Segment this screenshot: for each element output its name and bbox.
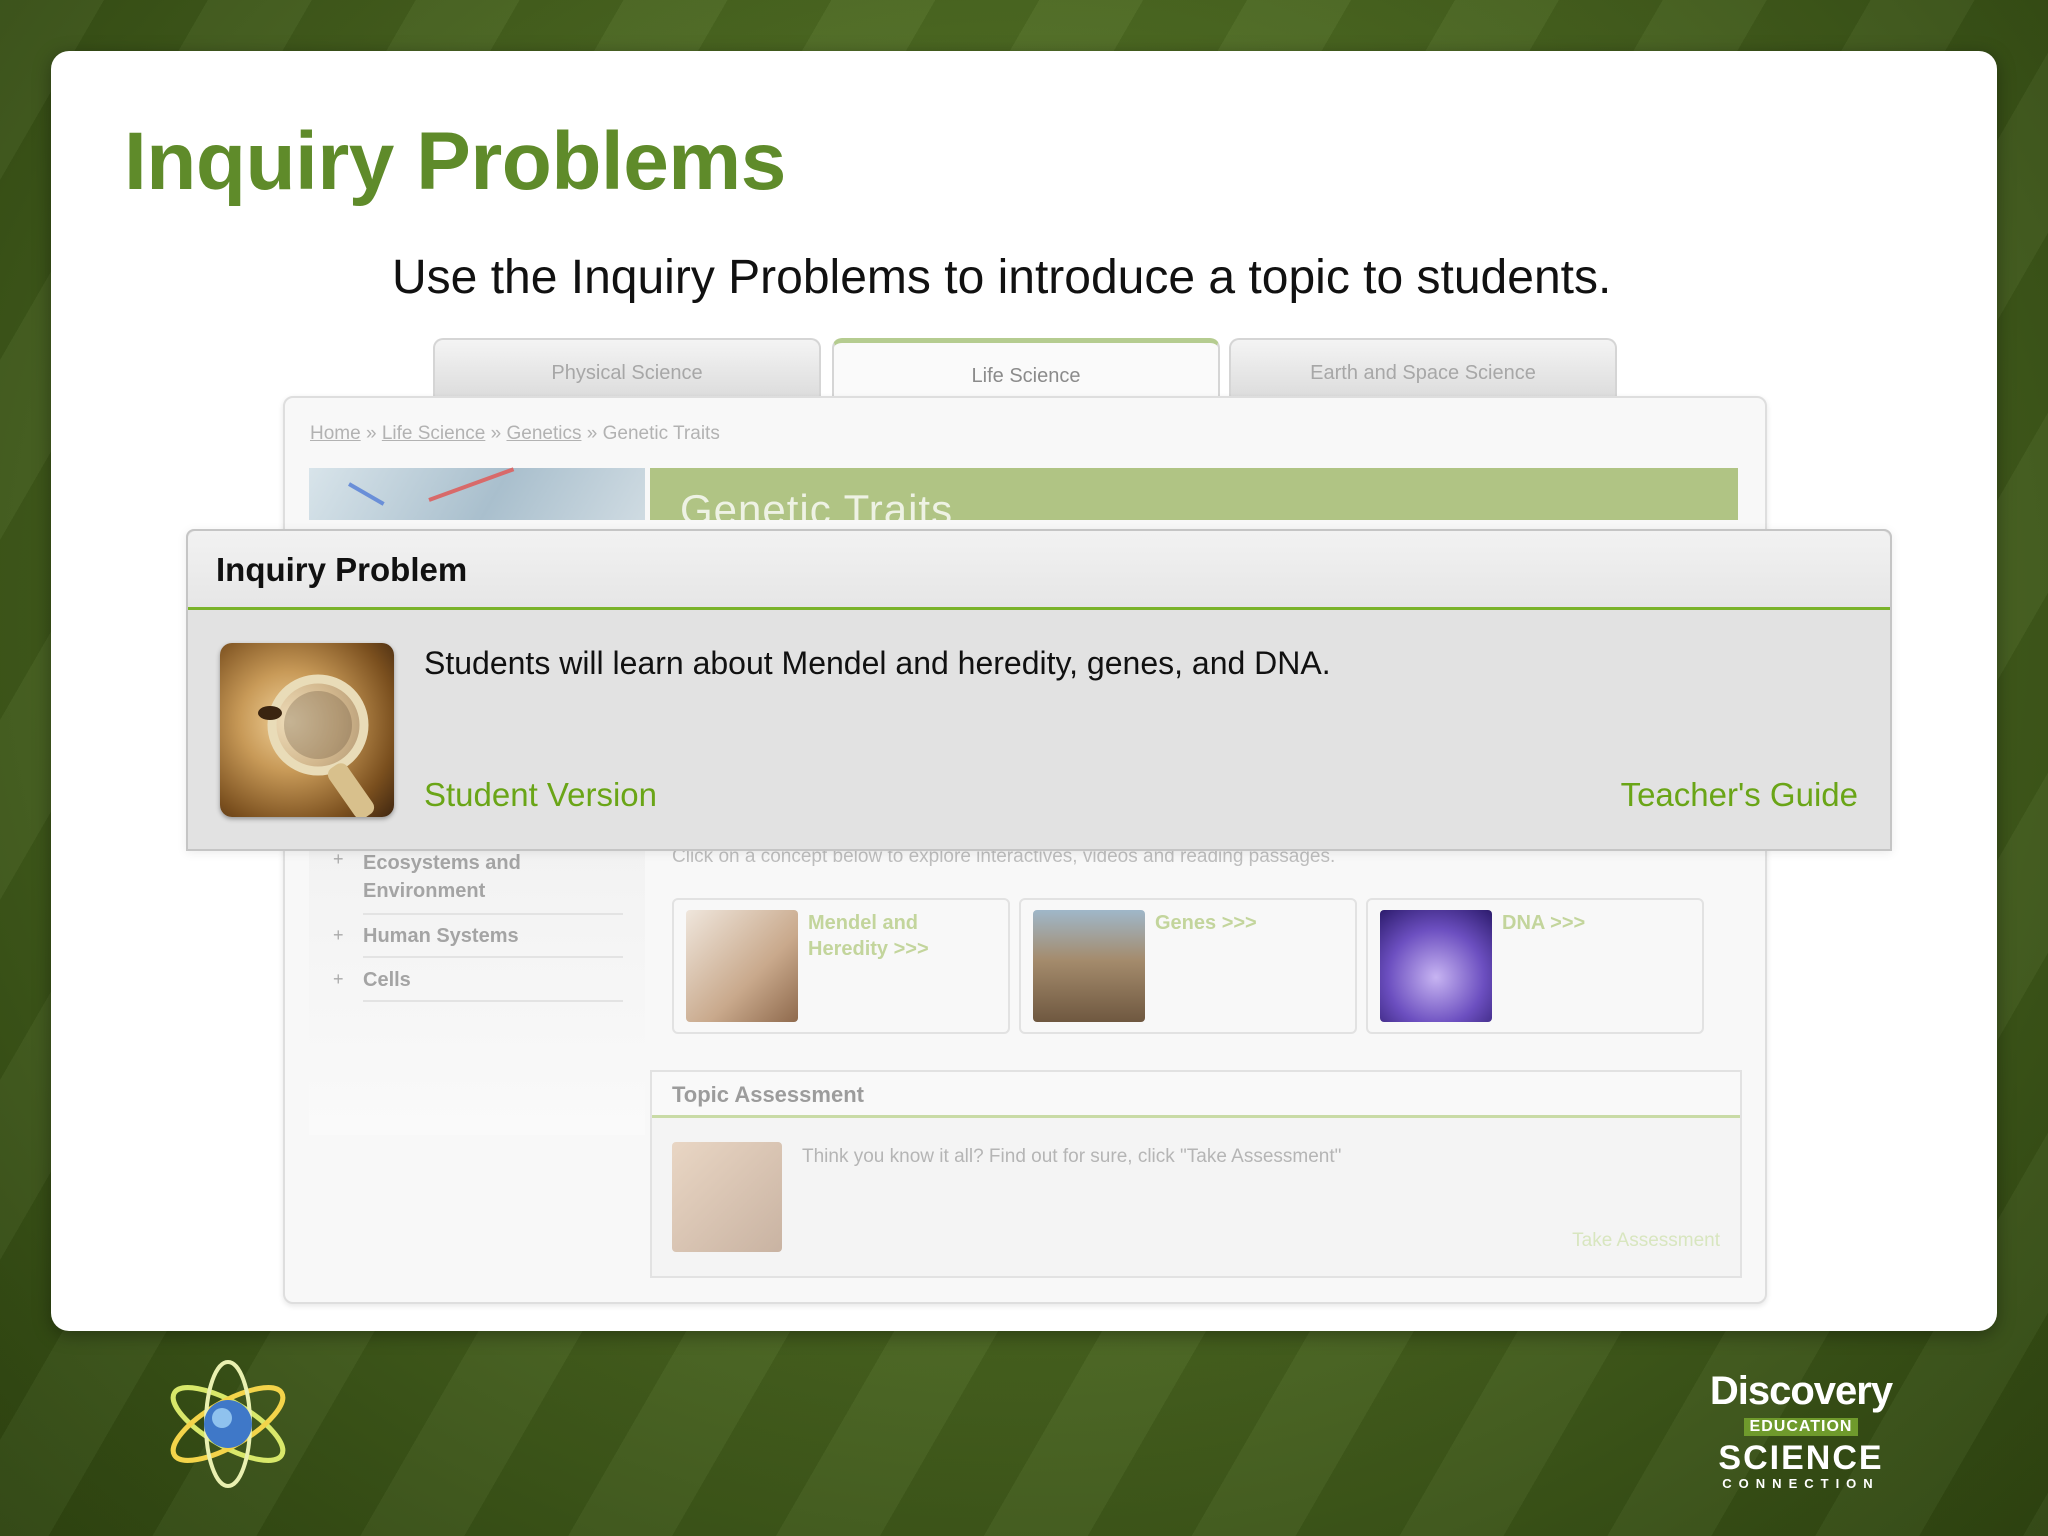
slide-subtitle: Use the Inquiry Problems to introduce a … bbox=[392, 251, 1612, 304]
breadcrumb-genetics[interactable]: Genetics bbox=[506, 423, 581, 444]
inquiry-heading: Inquiry Problem bbox=[216, 551, 468, 588]
nav-bullet-icon: + bbox=[333, 849, 344, 869]
magnifier-avatar-icon bbox=[220, 643, 394, 817]
assessment-thumbnail bbox=[672, 1142, 782, 1252]
tab-life-science[interactable]: Life Science bbox=[832, 338, 1220, 401]
inquiry-problem-panel: Inquiry Problem Students will learn abou… bbox=[186, 529, 1892, 851]
map-route-line bbox=[348, 482, 385, 506]
student-version-link[interactable]: Student Version bbox=[424, 776, 657, 814]
brand-education: EDUCATION bbox=[1743, 1418, 1859, 1436]
atom-icon bbox=[170, 1360, 286, 1488]
topic-assessment-box: Topic Assessment Think you know it all? … bbox=[650, 1070, 1742, 1278]
inquiry-description: Students will learn about Mendel and her… bbox=[424, 645, 1331, 681]
page-heading-bar: Genetic Traits bbox=[650, 468, 1738, 520]
breadcrumb-life-science[interactable]: Life Science bbox=[382, 423, 486, 444]
breadcrumb-current: Genetic Traits bbox=[602, 423, 720, 444]
nav-bullet-icon: + bbox=[333, 969, 344, 989]
tab-earth-space-science[interactable]: Earth and Space Science bbox=[1229, 338, 1617, 398]
nav-item-ecosystems[interactable]: Ecosystems and Environment bbox=[363, 849, 623, 915]
assessment-text: Think you know it all? Find out for sure… bbox=[802, 1146, 1342, 1167]
topic-map-image bbox=[309, 467, 645, 520]
brand-science: SCIENCE bbox=[1718, 1439, 1884, 1477]
concept-card-dna[interactable]: DNA >>> bbox=[1366, 898, 1704, 1034]
genes-thumbnail bbox=[1033, 910, 1145, 1022]
magnifying-glass-icon bbox=[258, 674, 375, 817]
breadcrumb-separator: » bbox=[490, 423, 502, 444]
map-route-line bbox=[428, 467, 515, 502]
tab-physical-science[interactable]: Physical Science bbox=[433, 338, 821, 398]
breadcrumb-separator: » bbox=[586, 423, 598, 444]
atom-globe-logo bbox=[158, 1352, 298, 1492]
concept-card-genes[interactable]: Genes >>> bbox=[1019, 898, 1357, 1034]
slide-title: Inquiry Problems bbox=[124, 116, 786, 207]
breadcrumb: Home » Life Science » Genetics » Genetic… bbox=[310, 423, 720, 445]
discovery-education-logo: Discovery EDUCATION SCIENCE CONNECTION bbox=[1706, 1370, 1896, 1500]
brand-discovery: Discovery bbox=[1709, 1369, 1893, 1413]
breadcrumb-home[interactable]: Home bbox=[310, 423, 361, 444]
dna-thumbnail bbox=[1380, 910, 1492, 1022]
side-nav: + Ecosystems and Environment + Human Sys… bbox=[309, 845, 645, 1135]
assessment-heading: Topic Assessment bbox=[652, 1072, 1740, 1118]
nav-item-human-systems[interactable]: Human Systems bbox=[363, 925, 623, 958]
take-assessment-link[interactable]: Take Assessment bbox=[1572, 1230, 1720, 1252]
concept-link-mendel[interactable]: Mendel and Heredity >>> bbox=[808, 910, 988, 962]
concept-card-mendel[interactable]: Mendel and Heredity >>> bbox=[672, 898, 1010, 1034]
breadcrumb-separator: » bbox=[365, 423, 377, 444]
nav-item-cells[interactable]: Cells bbox=[363, 969, 623, 1002]
mendel-thumbnail bbox=[686, 910, 798, 1022]
concept-link-dna[interactable]: DNA >>> bbox=[1502, 910, 1585, 936]
teachers-guide-link[interactable]: Teacher's Guide bbox=[1621, 776, 1858, 814]
brand-connection: CONNECTION bbox=[1722, 1476, 1880, 1491]
inquiry-header: Inquiry Problem bbox=[188, 531, 1890, 610]
concept-link-genes[interactable]: Genes >>> bbox=[1155, 910, 1257, 936]
nav-bullet-icon: + bbox=[333, 925, 344, 945]
page-heading: Genetic Traits bbox=[680, 486, 954, 520]
